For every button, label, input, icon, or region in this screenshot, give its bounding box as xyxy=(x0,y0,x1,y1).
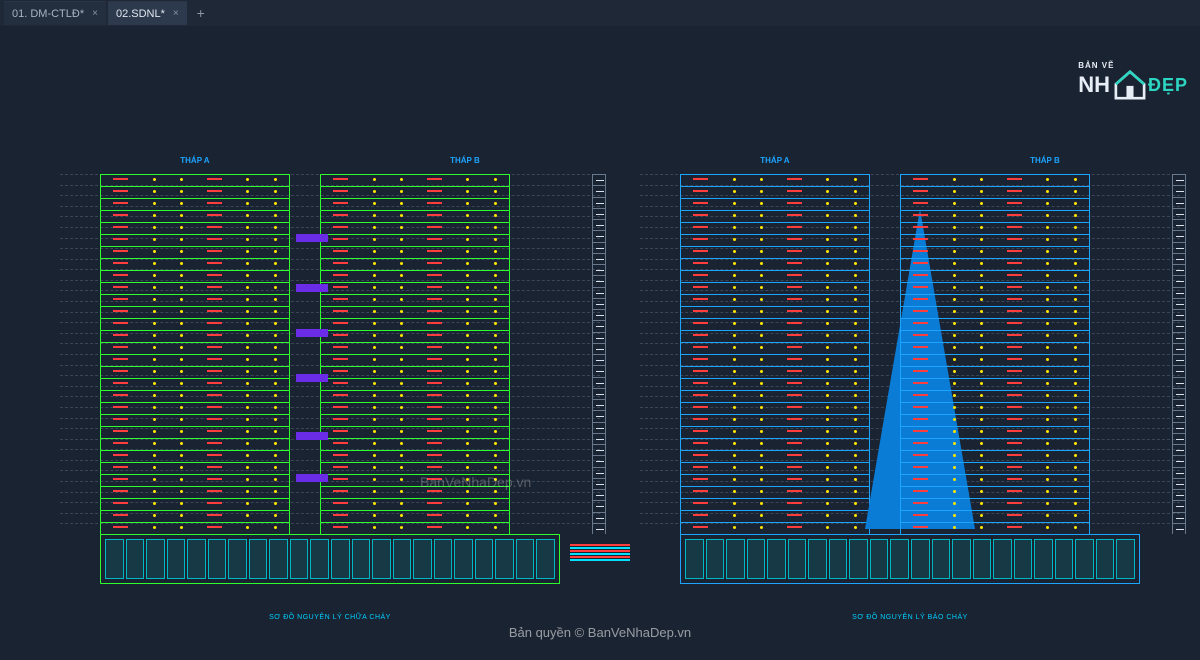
podium-cells xyxy=(685,539,1135,579)
copyright-watermark: Bản quyền © BanVeNhaDep.vn xyxy=(509,625,691,640)
logo: BẢN VẼ NH ĐẸP xyxy=(1078,62,1188,100)
tower-b-label: THÁP B xyxy=(1030,156,1060,165)
level-scale-bar xyxy=(1172,174,1186,534)
level-scale-bar xyxy=(592,174,606,534)
plus-icon: + xyxy=(197,5,205,21)
drawing-caption: SƠ ĐỒ NGUYÊN LÝ BÁO CHÁY xyxy=(640,614,1180,621)
tower-b-label: THÁP B xyxy=(450,156,480,165)
podium xyxy=(640,534,1180,594)
tab-bar: 01. DM-CTLĐ* × 02.SDNL* × + xyxy=(0,0,1200,26)
tower-a-label: THÁP A xyxy=(180,156,209,165)
schematic-legend xyxy=(570,544,630,574)
logo-suffix: ĐẸP xyxy=(1148,76,1188,94)
drawing-elevation-right: THÁP A THÁP B SƠ ĐỒ NGUYÊN LÝ BÁO CHÁY xyxy=(640,156,1180,586)
podium-bar xyxy=(680,534,1140,584)
tower-a-label: THÁP A xyxy=(760,156,789,165)
watermark: BanVeNhaDep.vn xyxy=(420,474,531,490)
close-icon[interactable]: × xyxy=(173,8,179,19)
logo-top-label: BẢN VẼ xyxy=(1078,62,1188,70)
tab-file-2[interactable]: 02.SDNL* × xyxy=(108,1,187,25)
building-area xyxy=(640,174,1180,534)
tower-a xyxy=(680,174,870,534)
tab-label: 01. DM-CTLĐ* xyxy=(12,8,84,20)
drawing-elevation-left: THÁP A THÁP B SƠ ĐỒ NGUYÊN LÝ CHỮA CHÁY xyxy=(60,156,600,586)
tab-file-1[interactable]: 01. DM-CTLĐ* × xyxy=(4,1,106,25)
drawing-caption: SƠ ĐỒ NGUYÊN LÝ CHỮA CHÁY xyxy=(60,614,600,621)
tower-b xyxy=(900,174,1090,534)
podium-cells xyxy=(105,539,555,579)
close-icon[interactable]: × xyxy=(92,8,98,19)
house-icon xyxy=(1112,70,1148,100)
title-block: THÁP A THÁP B xyxy=(60,156,600,165)
tab-label: 02.SDNL* xyxy=(116,8,165,20)
podium xyxy=(60,534,600,594)
podium-bar xyxy=(100,534,560,584)
logo-prefix: NH xyxy=(1078,74,1110,96)
tower-a xyxy=(100,174,290,534)
logo-text: BẢN VẼ NH ĐẸP xyxy=(1078,62,1188,100)
add-tab-button[interactable]: + xyxy=(189,1,213,25)
drawing-canvas[interactable]: BẢN VẼ NH ĐẸP THÁP A THÁP B xyxy=(0,26,1200,660)
title-block: THÁP A THÁP B xyxy=(640,156,1180,165)
